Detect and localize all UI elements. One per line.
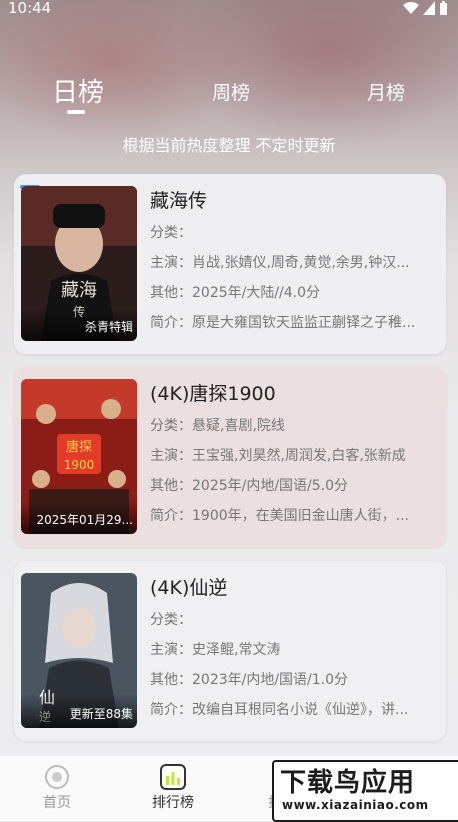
wifi-icon [403,2,419,14]
signal-icon [423,1,435,15]
item-genre: 分类： [150,225,192,241]
poster-image[interactable]: 仙 逆 更新至88集 [21,573,137,728]
status-bar: 10:44 [0,0,458,20]
item-title[interactable]: (4K)唐探1900 [150,377,440,411]
list-item[interactable]: 藏海 传 杀青特辑 藏海传 分类： 主演：肖战,张婧仪,周奇,黄觉,余男,钟汉.… [14,174,446,354]
active-tab-indicator [67,110,85,114]
item-other: 其他：2023年/内地/国语/1.0分 [150,672,349,688]
watermark-title: 下载鸟应用 [280,768,416,798]
status-icons [403,1,448,16]
list-item[interactable]: 唐探 1900 2025年01月29... (4K)唐探1900 分类：悬疑,喜… [14,367,446,547]
poster-note: 2025年01月29... [36,513,133,527]
nav-home[interactable]: 首页 [27,764,87,812]
item-cast: 主演：肖战,张婧仪,周奇,黄觉,余男,钟汉... [150,255,410,271]
tab-monthly[interactable]: 月榜 [360,78,412,105]
home-icon [44,764,70,790]
item-genre: 分类：悬疑,喜剧,院线 [150,418,285,434]
item-other: 其他：2025年/大陆//4.0分 [150,285,321,301]
nav-ranking-label: 排行榜 [152,795,194,811]
poster-note: 杀青特辑 [84,320,133,334]
tab-weekly[interactable]: 周榜 [205,78,257,105]
item-cast: 主演：史泽鲲,常文涛 [150,642,281,658]
ranking-icon [160,764,186,790]
tab-daily[interactable]: 日榜 [50,72,106,109]
poster-image[interactable]: 唐探 1900 2025年01月29... [21,379,137,534]
item-info: (4K)仙逆 分类： 主演：史泽鲲,常文涛 其他：2023年/内地/国语/1.0… [150,571,440,725]
poster-note: 更新至88集 [69,707,133,721]
ranking-subtitle: 根据当前热度整理 不定时更新 [122,136,336,155]
svg-text:唐探: 唐探 [66,439,92,455]
item-info: 藏海传 分类： 主演：肖战,张婧仪,周奇,黄觉,余男,钟汉... 其他：2025… [150,184,440,338]
status-time: 10:44 [8,0,52,17]
item-info: (4K)唐探1900 分类：悬疑,喜剧,院线 主演：王宝强,刘昊然,周润发,白客… [150,377,440,531]
nav-home-label: 首页 [43,795,71,811]
item-intro: 简介：1900年，在美国旧金山唐人街，... [150,508,409,524]
svg-text:藏海: 藏海 [61,280,97,301]
item-cast: 主演：王宝强,刘昊然,周润发,白客,张新成 [150,448,406,464]
list-item[interactable]: 仙 逆 更新至88集 (4K)仙逆 分类： 主演：史泽鲲,常文涛 其他：2023… [14,561,446,741]
battery-icon [440,1,447,15]
watermark-logo: 下载鸟应用 www.xiazainiao.com [272,760,458,822]
poster-image[interactable]: 藏海 传 杀青特辑 [21,186,137,341]
watermark-url: www.xiazainiao.com [282,798,429,812]
item-intro: 简介：改编自耳根同名小说《仙逆》，讲... [150,702,409,718]
svg-text:1900: 1900 [64,458,95,472]
item-other: 其他：2025年/内地/国语/5.0分 [150,478,349,494]
item-title[interactable]: 藏海传 [150,184,440,218]
item-title[interactable]: (4K)仙逆 [150,571,440,605]
nav-ranking[interactable]: 排行榜 [143,764,203,812]
item-intro: 简介：原是大雍国钦天监监正蒯铎之子稚... [150,315,416,331]
item-genre: 分类： [150,612,192,628]
